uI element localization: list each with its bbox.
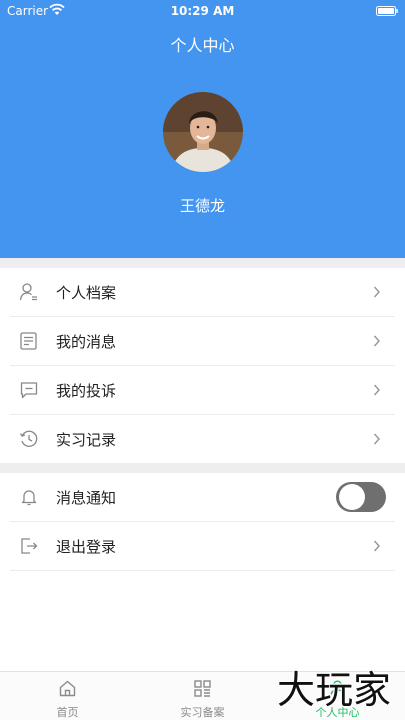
section-divider	[0, 258, 405, 268]
chevron-right-icon	[373, 286, 381, 298]
status-bar: Carrier 10:29 AM	[0, 0, 405, 22]
message-document-icon	[20, 332, 37, 350]
logout-icon	[21, 538, 38, 554]
menu-item-logout[interactable]: 退出登录	[10, 522, 395, 571]
home-icon	[59, 680, 76, 697]
menu-item-profile[interactable]: 个人档案	[10, 268, 395, 317]
chevron-right-icon	[373, 335, 381, 347]
menu-item-label: 消息通知	[56, 489, 117, 507]
menu-item-notifications: 消息通知	[10, 473, 395, 522]
tab-internship-filing[interactable]: 实习备案	[135, 672, 270, 720]
battery-icon	[376, 6, 398, 16]
menu-item-messages[interactable]: 我的消息	[10, 317, 395, 366]
tab-label: 首页	[56, 706, 79, 719]
menu-item-label: 退出登录	[56, 538, 117, 556]
menu-item-label: 我的消息	[56, 333, 117, 351]
user-name: 王德龙	[179, 197, 225, 215]
history-clock-icon	[19, 430, 38, 447]
svg-text:大玩家: 大玩家	[277, 668, 391, 711]
chat-bubble-icon	[20, 382, 38, 399]
profile-header: Carrier 10:29 AM 个人中心 王德龙	[0, 0, 405, 258]
section-divider	[0, 463, 405, 473]
chevron-right-icon	[373, 540, 381, 552]
menu-item-label: 我的投诉	[56, 382, 117, 400]
menu-item-label: 实习记录	[56, 431, 117, 449]
chevron-right-icon	[373, 384, 381, 396]
notifications-toggle[interactable]	[336, 482, 386, 512]
avatar[interactable]	[163, 92, 243, 172]
grid-icon	[194, 680, 211, 697]
page-title: 个人中心	[170, 36, 235, 55]
status-time: 10:29 AM	[170, 4, 235, 18]
menu-item-internship-records[interactable]: 实习记录	[10, 415, 395, 464]
bell-icon	[21, 490, 37, 506]
avatar-photo	[163, 92, 243, 172]
menu-item-complaints[interactable]: 我的投诉	[10, 366, 395, 415]
watermark-logo: 大玩家	[276, 667, 393, 711]
user-profile-icon	[19, 283, 37, 301]
tab-home[interactable]: 首页	[0, 672, 135, 720]
chevron-right-icon	[373, 433, 381, 445]
tab-label: 实习备案	[180, 706, 225, 719]
menu-item-label: 个人档案	[56, 284, 117, 302]
toggle-knob	[339, 484, 365, 510]
